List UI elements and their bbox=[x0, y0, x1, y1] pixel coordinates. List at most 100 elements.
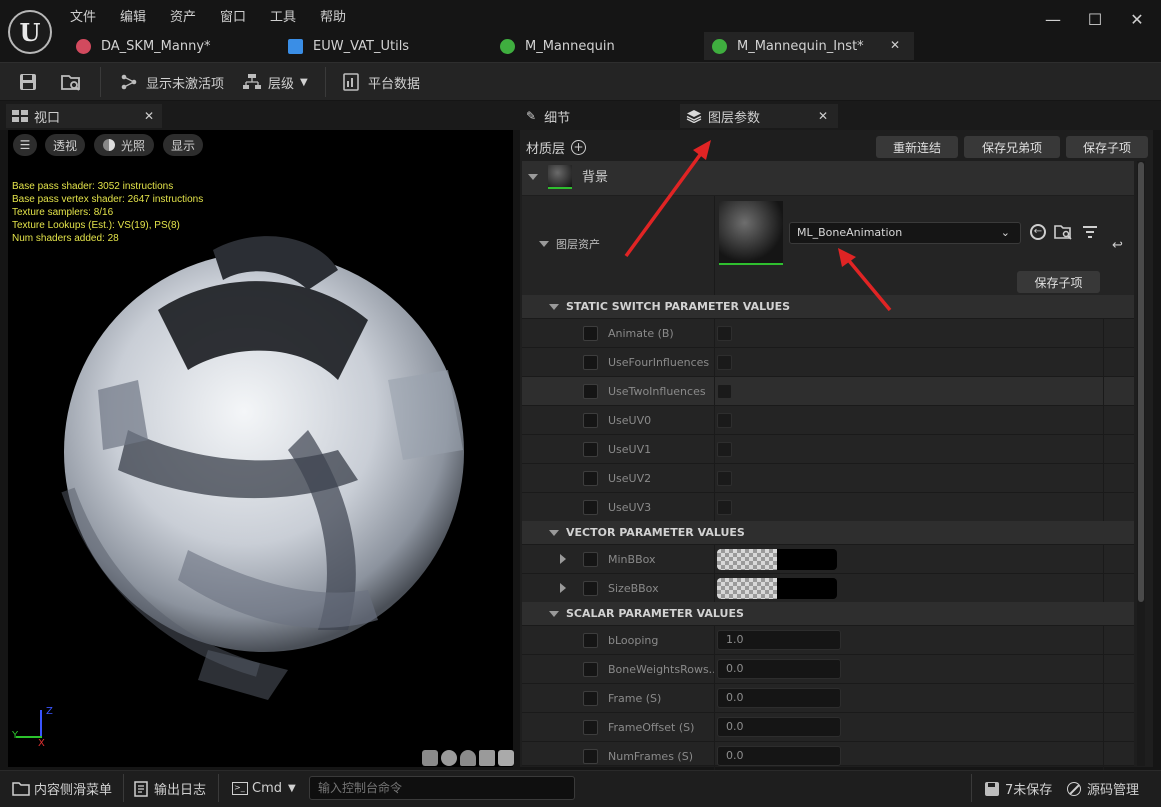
scalar-section[interactable]: SCALAR PARAMETER VALUES bbox=[522, 602, 1134, 626]
teapot-icon[interactable] bbox=[498, 750, 514, 766]
z-axis-line bbox=[40, 710, 42, 738]
param-name: UseFourInfluences bbox=[608, 356, 710, 369]
asset-save-children-button[interactable]: 保存子项 bbox=[1017, 271, 1100, 293]
override-checkbox[interactable] bbox=[583, 326, 598, 341]
unreal-logo[interactable]: U bbox=[8, 10, 52, 54]
show-inactive-button[interactable]: 显示未激活项 bbox=[120, 63, 224, 101]
lighting-button[interactable]: 光照 bbox=[94, 134, 154, 156]
override-checkbox[interactable] bbox=[583, 720, 598, 735]
scalar-value-field[interactable]: 0.0 bbox=[717, 746, 841, 766]
expand-arrow-icon[interactable] bbox=[560, 583, 566, 593]
color-swatch[interactable] bbox=[717, 578, 837, 599]
save-icon[interactable] bbox=[18, 63, 38, 101]
stat-line: Texture Lookups (Est.): VS(19), PS(8) bbox=[12, 220, 180, 231]
tab-details[interactable]: ✎ 细节 bbox=[522, 104, 672, 128]
save-siblings-button[interactable]: 保存兄弟项 bbox=[964, 136, 1060, 158]
hierarchy-dropdown[interactable]: 层级 ▼ bbox=[242, 63, 308, 101]
console-command-input[interactable] bbox=[309, 776, 575, 800]
scalar-value-field[interactable]: 0.0 bbox=[717, 688, 841, 708]
override-checkbox[interactable] bbox=[583, 442, 598, 457]
menu-edit[interactable]: 编辑 bbox=[120, 6, 146, 25]
scalar-value-field[interactable]: 1.0 bbox=[717, 630, 841, 650]
reset-to-default-icon[interactable]: ↩ bbox=[1112, 238, 1123, 253]
value-checkbox[interactable] bbox=[717, 355, 732, 370]
material-icon bbox=[500, 38, 515, 54]
sphere-icon[interactable] bbox=[441, 750, 457, 766]
tab-m-mannequin[interactable]: M_Mannequin bbox=[490, 32, 700, 60]
cmd-dropdown[interactable]: >_ Cmd ▼ bbox=[232, 770, 296, 807]
value-checkbox[interactable] bbox=[717, 471, 732, 486]
scalar-value-field[interactable]: 0.0 bbox=[717, 717, 841, 737]
scalar-value-field[interactable]: 0.0 bbox=[717, 659, 841, 679]
scrollbar-thumb[interactable] bbox=[1138, 162, 1144, 602]
widget-blueprint-icon bbox=[288, 38, 303, 54]
collapse-arrow-icon[interactable] bbox=[549, 611, 559, 617]
param-row: FrameOffset (S) 0.0 bbox=[522, 713, 1134, 742]
value-checkbox[interactable] bbox=[717, 442, 732, 457]
override-checkbox[interactable] bbox=[583, 384, 598, 399]
tab-layer-parameters[interactable]: 图层参数 ✕ bbox=[680, 104, 838, 128]
cylinder-icon[interactable] bbox=[422, 750, 438, 766]
browse-asset-icon[interactable] bbox=[60, 63, 82, 101]
column-divider bbox=[714, 348, 715, 377]
collapse-arrow-icon[interactable] bbox=[549, 304, 559, 310]
material-layers-header: 材质层 + bbox=[526, 138, 587, 157]
cube-icon[interactable] bbox=[479, 750, 495, 766]
override-checkbox[interactable] bbox=[583, 691, 598, 706]
pencil-icon: ✎ bbox=[526, 109, 537, 123]
plane-icon[interactable] bbox=[460, 750, 476, 766]
collapse-arrow-icon[interactable] bbox=[549, 530, 559, 536]
viewport-options-icon[interactable]: ☰ bbox=[13, 134, 37, 156]
collapse-arrow-icon[interactable] bbox=[539, 241, 549, 247]
close-tab-icon[interactable]: ✕ bbox=[890, 38, 900, 52]
browse-folder-icon[interactable] bbox=[1054, 224, 1072, 240]
override-checkbox[interactable] bbox=[583, 633, 598, 648]
minimize-icon[interactable]: — bbox=[1042, 9, 1064, 31]
override-checkbox[interactable] bbox=[583, 581, 598, 596]
tab-euw-vat-utils[interactable]: EUW_VAT_Utils bbox=[278, 32, 488, 60]
tab-label: EUW_VAT_Utils bbox=[313, 38, 410, 54]
menu-window[interactable]: 窗口 bbox=[220, 6, 246, 25]
value-checkbox[interactable] bbox=[717, 384, 732, 399]
color-swatch[interactable] bbox=[717, 549, 837, 570]
menu-asset[interactable]: 资产 bbox=[170, 6, 196, 25]
override-checkbox[interactable] bbox=[583, 662, 598, 677]
show-button[interactable]: 显示 bbox=[163, 134, 203, 156]
tab-da-skm-manny[interactable]: DA_SKM_Manny* bbox=[66, 32, 276, 60]
override-checkbox[interactable] bbox=[583, 749, 598, 764]
filter-icon[interactable] bbox=[1082, 225, 1098, 239]
maximize-icon[interactable]: ☐ bbox=[1084, 9, 1106, 31]
add-layer-icon[interactable]: + bbox=[571, 140, 587, 155]
override-checkbox[interactable] bbox=[583, 355, 598, 370]
tab-m-mannequin-inst[interactable]: M_Mannequin_Inst* ✕ bbox=[704, 32, 914, 60]
use-selected-icon[interactable]: ← bbox=[1030, 224, 1046, 240]
value-checkbox[interactable] bbox=[717, 500, 732, 515]
column-divider bbox=[1103, 493, 1104, 522]
close-tab-icon[interactable]: ✕ bbox=[818, 109, 828, 123]
collapse-arrow-icon[interactable] bbox=[528, 174, 538, 180]
override-checkbox[interactable] bbox=[583, 471, 598, 486]
override-checkbox[interactable] bbox=[583, 413, 598, 428]
close-tab-icon[interactable]: ✕ bbox=[144, 109, 154, 123]
tab-viewport[interactable]: 视口 ✕ bbox=[6, 104, 162, 128]
platform-data-button[interactable]: 平台数据 bbox=[342, 63, 420, 101]
vector-section[interactable]: VECTOR PARAMETER VALUES bbox=[522, 521, 1134, 545]
content-drawer-button[interactable]: 内容侧滑菜单 bbox=[12, 770, 112, 807]
perspective-button[interactable]: 透视 bbox=[45, 134, 85, 156]
output-log-button[interactable]: 输出日志 bbox=[134, 770, 206, 807]
param-name: MinBBox bbox=[608, 553, 656, 566]
column-divider bbox=[1103, 377, 1104, 406]
menu-tools[interactable]: 工具 bbox=[270, 6, 296, 25]
unsaved-button[interactable]: 7未保存 bbox=[984, 770, 1052, 807]
menu-file[interactable]: 文件 bbox=[70, 6, 96, 25]
value-checkbox[interactable] bbox=[717, 413, 732, 428]
menu-help[interactable]: 帮助 bbox=[320, 6, 346, 25]
save-children-button[interactable]: 保存子项 bbox=[1066, 136, 1148, 158]
close-window-icon[interactable]: ✕ bbox=[1126, 9, 1148, 31]
source-control-button[interactable]: 源码管理 bbox=[1067, 770, 1139, 807]
override-checkbox[interactable] bbox=[583, 552, 598, 567]
color-value bbox=[777, 549, 837, 570]
expand-arrow-icon[interactable] bbox=[560, 554, 566, 564]
override-checkbox[interactable] bbox=[583, 500, 598, 515]
output-log-label: 输出日志 bbox=[154, 783, 207, 798]
